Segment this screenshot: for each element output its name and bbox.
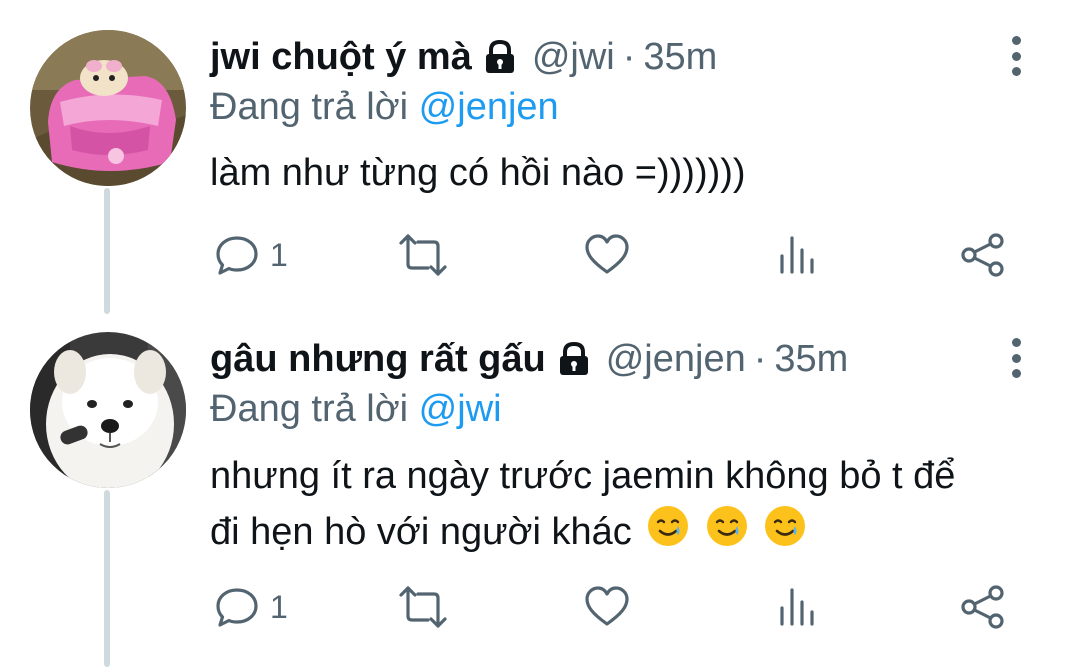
- avatar-image: [30, 332, 186, 488]
- username[interactable]: @jenjen: [606, 338, 746, 381]
- separator-dot: ·: [622, 35, 636, 78]
- avatar[interactable]: [30, 30, 186, 186]
- mention-link[interactable]: @jenjen: [419, 86, 559, 128]
- share-icon: [961, 585, 1004, 629]
- tweet[interactable]: gâu nhưng rất gấu @jenjen · 35m Đang trả…: [0, 332, 1080, 667]
- share-button[interactable]: [960, 582, 1006, 632]
- reply-count: 1: [270, 236, 288, 273]
- tweet-header: gâu nhưng rất gấu @jenjen · 35m: [210, 332, 848, 386]
- replying-to: Đang trả lời @jenjen: [210, 86, 559, 129]
- action-bar: 1: [0, 230, 1080, 280]
- reply-button[interactable]: 1: [214, 582, 288, 632]
- like-button[interactable]: [583, 582, 631, 632]
- tweet-text: làm như từng có hồi nào =))))))): [210, 145, 1040, 201]
- lock-icon: [482, 39, 518, 75]
- timestamp[interactable]: 35m: [643, 36, 717, 79]
- lock-icon: [556, 341, 592, 377]
- tweet-text: nhưng ít ra ngày trước jaemin không bỏ t…: [210, 448, 1040, 564]
- smiling-face-with-tear-icon: [646, 504, 690, 564]
- share-button[interactable]: [960, 230, 1006, 280]
- reply-icon: [216, 588, 258, 627]
- avatar[interactable]: [30, 332, 186, 488]
- smiling-face-with-tear-icon: [705, 504, 749, 564]
- tweet-text-line: làm như từng có hồi nào =))))))): [210, 152, 746, 194]
- replying-to-label: Đang trả lời: [210, 388, 409, 430]
- retweet-icon: [399, 586, 447, 628]
- share-icon: [961, 233, 1004, 277]
- heart-icon: [585, 586, 629, 626]
- like-button[interactable]: [583, 230, 631, 280]
- reply-button[interactable]: 1: [214, 230, 288, 280]
- analytics-button[interactable]: [778, 230, 818, 280]
- mention-link[interactable]: @jwi: [419, 388, 502, 430]
- display-name[interactable]: gâu nhưng rất gấu: [210, 338, 546, 381]
- retweet-button[interactable]: [398, 230, 448, 280]
- display-name[interactable]: jwi chuột ý mà: [210, 36, 472, 79]
- username[interactable]: @jwi: [532, 36, 615, 79]
- analytics-icon: [780, 236, 814, 274]
- retweet-icon: [399, 234, 447, 276]
- more-options-icon[interactable]: [1008, 36, 1024, 76]
- analytics-icon: [780, 588, 814, 626]
- action-bar: 1: [0, 582, 1080, 632]
- replying-to-label: Đang trả lời: [210, 86, 409, 128]
- analytics-button[interactable]: [778, 582, 818, 632]
- tweet-text-line-content: đi hẹn hò với người khác: [210, 511, 632, 554]
- reply-icon: [216, 236, 258, 275]
- retweet-button[interactable]: [398, 582, 448, 632]
- replying-to: Đang trả lời @jwi: [210, 388, 502, 431]
- more-options-icon[interactable]: [1008, 338, 1024, 378]
- reply-count: 1: [270, 588, 288, 625]
- timestamp[interactable]: 35m: [774, 338, 848, 381]
- heart-icon: [585, 234, 629, 274]
- separator-dot: ·: [753, 337, 767, 380]
- avatar-image: [30, 30, 186, 186]
- tweet-header: jwi chuột ý mà @jwi · 35m: [210, 30, 717, 84]
- smiling-face-with-tear-icon: [763, 504, 807, 564]
- tweet-text-line: nhưng ít ra ngày trước jaemin không bỏ t…: [210, 455, 956, 497]
- tweet[interactable]: jwi chuột ý mà @jwi · 35m Đang trả lời @…: [0, 30, 1080, 290]
- tweet-text-line: đi hẹn hò với người khác: [210, 504, 1040, 564]
